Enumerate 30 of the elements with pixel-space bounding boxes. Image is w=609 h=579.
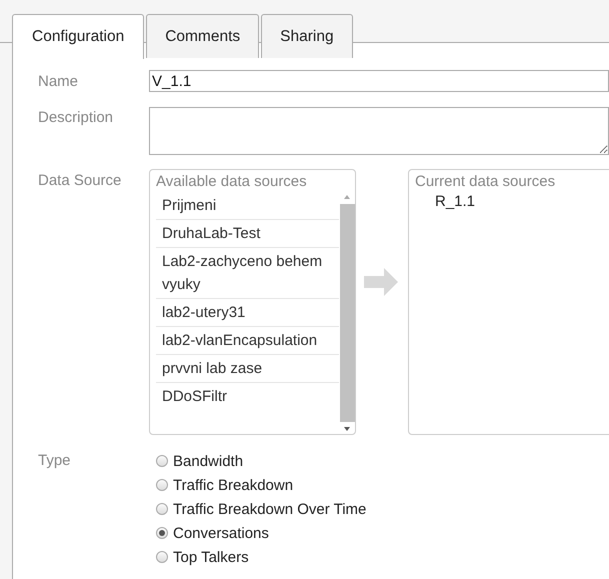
radio-button[interactable] [156, 455, 168, 467]
radio-label: Traffic Breakdown Over Time [173, 500, 366, 518]
field-label: Data Source [38, 171, 122, 189]
radio-button[interactable] [156, 479, 168, 491]
radio-button[interactable] [156, 503, 168, 515]
radio-label: Top Talkers [173, 548, 249, 566]
list-title: Available data sources [156, 172, 308, 192]
description-field[interactable] [149, 107, 609, 155]
list-title: Current data sources [415, 172, 556, 192]
field-label: Description [38, 108, 114, 126]
scroll-up-icon[interactable] [343, 194, 351, 200]
name-field[interactable]: V_1.1 [149, 70, 609, 92]
field-label: Name [38, 72, 80, 90]
list-item[interactable]: R_1.1 [415, 192, 609, 212]
list-item[interactable]: DDoSFiltr [156, 383, 339, 410]
tab[interactable]: Configuration [12, 14, 144, 59]
radio-label: Bandwidth [173, 452, 244, 470]
radio-label: Traffic Breakdown [173, 476, 294, 494]
field-label: Type [38, 451, 72, 469]
list-item[interactable]: prvvni lab zase [156, 355, 339, 383]
scroll-down-icon[interactable] [343, 426, 351, 432]
list-item[interactable]: lab2-utery31 [156, 299, 339, 327]
list-item[interactable]: Prijmeni [156, 192, 339, 220]
tab[interactable]: Comments [146, 14, 260, 58]
radio-button[interactable] [156, 551, 168, 563]
tab[interactable]: Sharing [261, 14, 353, 58]
radio-button[interactable] [156, 527, 168, 539]
radio-label: Conversations [173, 524, 269, 542]
list-item[interactable]: lab2-vlanEncapsulation [156, 327, 339, 355]
list-item[interactable]: DruhaLab-Test [156, 220, 339, 248]
